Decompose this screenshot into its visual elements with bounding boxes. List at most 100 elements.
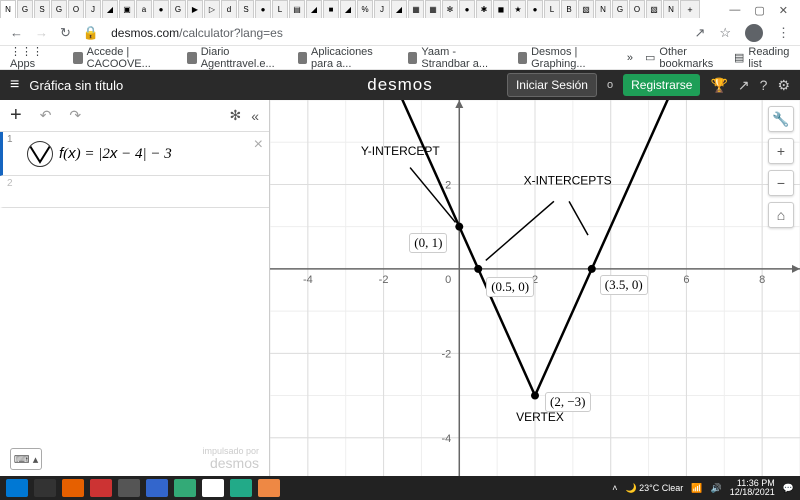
browser-tab[interactable]: G xyxy=(51,0,67,18)
tray-volume-icon[interactable]: 🔊 xyxy=(711,483,722,494)
browser-tab[interactable]: ● xyxy=(459,0,475,18)
task-item[interactable] xyxy=(90,479,112,497)
browser-tab[interactable]: N xyxy=(663,0,679,18)
bookmark-item[interactable]: Diario Agenttravel.e... xyxy=(187,46,283,70)
browser-tab[interactable]: ◢ xyxy=(306,0,322,18)
add-expression-button[interactable]: + xyxy=(10,104,22,127)
browser-tab[interactable]: N xyxy=(595,0,611,18)
back-icon[interactable]: ← xyxy=(10,25,23,40)
graph-canvas[interactable]: -4-22468-4-220Y-INTERCEPTX-INTERCEPTSVER… xyxy=(270,100,800,476)
tray-chevron-icon[interactable]: ˄ xyxy=(612,483,617,493)
browser-tab[interactable]: N xyxy=(0,0,16,18)
browser-tab[interactable]: O xyxy=(629,0,645,18)
expression-color-icon[interactable] xyxy=(27,141,53,167)
tray-wifi-icon[interactable]: 📶 xyxy=(691,483,702,494)
reload-icon[interactable]: ↻ xyxy=(60,25,71,41)
browser-tab[interactable]: ▧ xyxy=(646,0,662,18)
keypad-toggle[interactable]: ⌨ ▴ xyxy=(10,448,42,470)
browser-tab[interactable]: L xyxy=(544,0,560,18)
task-item[interactable] xyxy=(258,479,280,497)
browser-tab[interactable]: ▤ xyxy=(289,0,305,18)
browser-tab[interactable]: ● xyxy=(153,0,169,18)
browser-tab[interactable]: ■ xyxy=(323,0,339,18)
system-clock[interactable]: 11:36 PM12/18/2021 xyxy=(730,479,775,497)
window-close[interactable]: ✕ xyxy=(779,4,788,17)
expression-row-empty[interactable]: 2 xyxy=(0,176,269,208)
undo-icon[interactable]: ↶ xyxy=(40,107,52,124)
bookmarks-overflow[interactable]: » xyxy=(627,52,633,64)
share-app-icon[interactable]: ↗ xyxy=(738,77,750,94)
browser-tab[interactable]: G xyxy=(17,0,33,18)
task-item[interactable] xyxy=(34,479,56,497)
help-icon[interactable]: ? xyxy=(760,77,768,93)
bookmark-item[interactable]: Yaam - Strandbar a... xyxy=(408,46,504,70)
hamburger-icon[interactable]: ≡ xyxy=(10,76,19,94)
browser-tab[interactable]: ▦ xyxy=(425,0,441,18)
browser-tab[interactable]: d xyxy=(221,0,237,18)
profile-avatar[interactable] xyxy=(745,24,763,42)
task-item[interactable] xyxy=(202,479,224,497)
browser-tab[interactable]: J xyxy=(85,0,101,18)
browser-tab[interactable]: ▧ xyxy=(578,0,594,18)
forward-icon[interactable]: → xyxy=(35,25,48,40)
browser-tab[interactable]: ◼ xyxy=(493,0,509,18)
notifications-icon[interactable]: 💬 xyxy=(783,483,794,494)
browser-tab[interactable]: % xyxy=(357,0,373,18)
document-title[interactable]: Gráfica sin título xyxy=(29,78,123,93)
browser-tab[interactable]: ✻ xyxy=(442,0,458,18)
window-minimize[interactable]: — xyxy=(729,4,740,17)
browser-tab[interactable]: G xyxy=(612,0,628,18)
browser-tab[interactable]: ● xyxy=(527,0,543,18)
browser-tab[interactable]: B xyxy=(561,0,577,18)
browser-tab[interactable]: ▦ xyxy=(408,0,424,18)
browser-tab[interactable]: ▣ xyxy=(119,0,135,18)
apps-button[interactable]: ⋮⋮⋮ Apps xyxy=(10,45,59,70)
browser-tab[interactable]: ▶ xyxy=(187,0,203,18)
share-icon[interactable]: ↗ xyxy=(694,25,705,41)
home-zoom-button[interactable]: ⌂ xyxy=(768,202,794,228)
browser-tab[interactable]: ◢ xyxy=(340,0,356,18)
task-item[interactable] xyxy=(118,479,140,497)
task-item[interactable] xyxy=(174,479,196,497)
login-button[interactable]: Iniciar Sesión xyxy=(507,73,597,97)
browser-tab[interactable]: S xyxy=(34,0,50,18)
collapse-panel-icon[interactable]: « xyxy=(251,108,259,124)
task-item[interactable] xyxy=(230,479,252,497)
expression-settings-icon[interactable]: ✻ xyxy=(229,107,241,124)
wrench-icon[interactable]: 🔧 xyxy=(768,106,794,132)
browser-tab[interactable]: G xyxy=(170,0,186,18)
browser-menu-icon[interactable]: ⋮ xyxy=(777,25,790,41)
browser-tab[interactable]: a xyxy=(136,0,152,18)
browser-tab[interactable]: ● xyxy=(255,0,271,18)
trophy-icon[interactable]: 🏆 xyxy=(710,77,727,94)
bookmark-item[interactable]: Aplicaciones para a... xyxy=(298,46,394,70)
bookmark-item[interactable]: Desmos | Graphing... xyxy=(518,46,613,70)
bookmark-item[interactable]: Accede | CACOOVE... xyxy=(73,46,173,70)
url-text[interactable]: desmos.com/calculator?lang=es xyxy=(111,26,283,40)
task-item[interactable] xyxy=(146,479,168,497)
browser-tab[interactable]: L xyxy=(272,0,288,18)
zoom-in-button[interactable]: + xyxy=(768,138,794,164)
bookmark-star-icon[interactable]: ☆ xyxy=(719,25,731,41)
browser-tab[interactable]: ◢ xyxy=(102,0,118,18)
browser-tab[interactable]: O xyxy=(68,0,84,18)
new-tab-button[interactable]: + xyxy=(680,0,700,18)
browser-tab[interactable]: S xyxy=(238,0,254,18)
other-bookmarks[interactable]: ▭ Other bookmarks xyxy=(645,46,722,70)
browser-tab[interactable]: ✱ xyxy=(476,0,492,18)
reading-list[interactable]: ▤ Reading list xyxy=(734,46,790,70)
task-item[interactable] xyxy=(62,479,84,497)
expression-row[interactable]: 1 f(x) = |2x − 4| − 3 × xyxy=(0,132,269,176)
signup-button[interactable]: Registrarse xyxy=(623,74,700,96)
browser-tab[interactable]: ◢ xyxy=(391,0,407,18)
settings-icon[interactable]: ⚙ xyxy=(777,77,790,94)
redo-icon[interactable]: ↷ xyxy=(69,107,81,124)
expression-formula[interactable]: f(x) = |2x − 4| − 3 xyxy=(59,145,172,163)
browser-tab[interactable]: ★ xyxy=(510,0,526,18)
zoom-out-button[interactable]: − xyxy=(768,170,794,196)
browser-tab[interactable]: J xyxy=(374,0,390,18)
browser-tab[interactable]: ▷ xyxy=(204,0,220,18)
window-maximize[interactable]: ▢ xyxy=(754,4,764,17)
delete-expression-icon[interactable]: × xyxy=(254,136,263,154)
weather-widget[interactable]: 🌙 23°C Clear xyxy=(625,483,683,494)
